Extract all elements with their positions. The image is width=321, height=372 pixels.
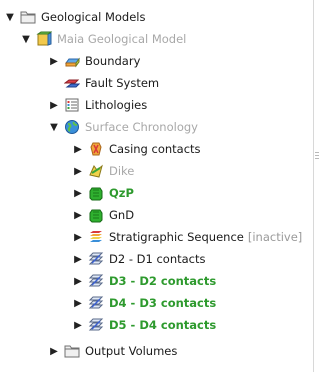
tree-item-label: Lithologies — [85, 98, 148, 112]
tree-item-maia-geological-model[interactable]: ▼ Maia Geological Model — [20, 28, 186, 50]
tree-item-label: Output Volumes — [85, 344, 178, 358]
tree-item-label: Fault System — [85, 76, 160, 90]
tree-item-d2-d1-contacts[interactable]: ▶ D2 - D1 contacts — [72, 248, 206, 270]
tree-item-label: Geological Models — [41, 10, 146, 24]
tree-item-lithologies[interactable]: ▶ Lithologies — [48, 94, 147, 116]
tree-item-label: QzP — [109, 186, 134, 200]
tree-item-surface-chronology[interactable]: ▼ Surface Chronology — [48, 116, 198, 138]
panel-splitter[interactable] — [313, 0, 314, 372]
tree-item-gnd[interactable]: ▶ GnD — [72, 204, 134, 226]
collapsed-arrow-icon[interactable]: ▶ — [72, 296, 84, 310]
collapsed-arrow-icon[interactable]: ▶ — [72, 142, 84, 156]
globe-icon — [65, 120, 79, 134]
tree-item-d3-d2-contacts[interactable]: ▶ D3 - D2 contacts — [72, 270, 216, 292]
tree-item-casing-contacts[interactable]: ▶ Casing contacts — [72, 138, 201, 160]
collapsed-arrow-icon[interactable]: ▶ — [72, 252, 84, 266]
green-unit-icon — [89, 209, 103, 223]
tree-item-qzp[interactable]: ▶ QzP — [72, 182, 134, 204]
collapsed-arrow-icon[interactable]: ▶ — [72, 318, 84, 332]
tree-item-label: Stratigraphic Sequence — [109, 230, 244, 244]
tree-item-label: GnD — [109, 208, 135, 222]
collapsed-arrow-icon[interactable]: ▶ — [48, 98, 60, 112]
project-tree: ▼ Geological Models ▼ Maia Geological Mo… — [0, 0, 312, 372]
tree-item-label: D4 - D3 contacts — [109, 296, 217, 310]
tree-item-fault-system[interactable]: Fault System — [64, 72, 159, 94]
collapsed-arrow-icon[interactable]: ▶ — [72, 164, 84, 178]
dike-icon — [89, 164, 103, 178]
folder-icon — [64, 345, 80, 358]
tree-item-d4-d3-contacts[interactable]: ▶ D4 - D3 contacts — [72, 292, 216, 314]
contacts-icon — [88, 274, 104, 287]
expanded-arrow-icon[interactable]: ▼ — [4, 10, 16, 24]
contacts-icon — [88, 318, 104, 331]
casing-icon — [90, 142, 102, 156]
splitter-grip-icon[interactable] — [315, 152, 319, 162]
boundary-icon — [65, 57, 80, 68]
tree-item-geological-models[interactable]: ▼ Geological Models — [4, 6, 146, 28]
tree-item-label: D3 - D2 contacts — [109, 274, 217, 288]
expanded-arrow-icon[interactable]: ▼ — [20, 32, 32, 46]
fault-system-icon — [64, 79, 80, 88]
tree-item-label: D5 - D4 contacts — [109, 318, 217, 332]
tree-item-label: Dike — [109, 164, 135, 178]
strat-sequence-icon — [90, 231, 102, 242]
lithologies-icon — [65, 98, 79, 112]
tree-item-dike[interactable]: ▶ Dike — [72, 160, 134, 182]
tree-item-label: Maia Geological Model — [57, 32, 187, 46]
folder-icon — [20, 11, 36, 24]
inactive-status: [inactive] — [247, 230, 303, 244]
tree-item-boundary[interactable]: ▶ Boundary — [48, 50, 140, 72]
expanded-arrow-icon[interactable]: ▼ — [48, 120, 60, 134]
collapsed-arrow-icon[interactable]: ▶ — [48, 54, 60, 68]
collapsed-arrow-icon[interactable]: ▶ — [48, 344, 60, 358]
collapsed-arrow-icon[interactable]: ▶ — [72, 186, 84, 200]
tree-item-stratigraphic-sequence[interactable]: ▶ Stratigraphic Sequence [inactive] — [72, 226, 302, 248]
tree-item-label: Surface Chronology — [85, 120, 198, 134]
tree-item-label: Casing contacts — [109, 142, 201, 156]
collapsed-arrow-icon[interactable]: ▶ — [72, 230, 84, 244]
green-unit-icon — [89, 187, 103, 201]
tree-item-output-volumes[interactable]: ▶ Output Volumes — [48, 340, 177, 362]
tree-item-label: D2 - D1 contacts — [109, 252, 206, 266]
tree-item-d5-d4-contacts[interactable]: ▶ D5 - D4 contacts — [72, 314, 216, 336]
collapsed-arrow-icon[interactable]: ▶ — [72, 274, 84, 288]
model-icon — [36, 31, 52, 46]
contacts-icon — [88, 252, 104, 265]
contacts-icon — [88, 296, 104, 309]
tree-item-label: Boundary — [85, 54, 141, 68]
collapsed-arrow-icon[interactable]: ▶ — [72, 208, 84, 222]
